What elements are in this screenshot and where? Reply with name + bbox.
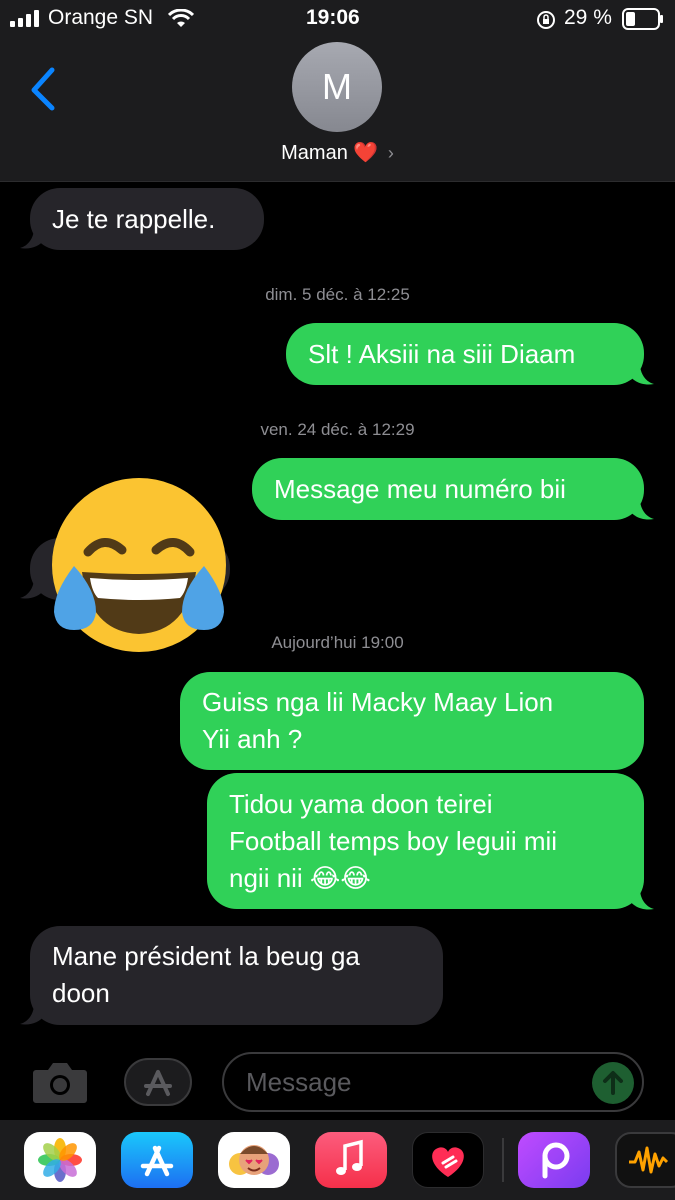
conversation-header: M Maman ❤️ › [0,40,675,182]
heart-app-icon [432,1147,464,1177]
bubble-tail [630,364,654,385]
photos-icon [38,1138,82,1182]
rotation-lock-icon [537,11,555,29]
imessage-app-drawer [0,1120,675,1200]
message-text-line: Tidou yama doon teirei [229,789,493,819]
message-input[interactable]: Message [222,1052,644,1112]
message-text-line: Guiss nga lii Macky Maay Lion [202,687,554,717]
heart-app[interactable] [412,1132,484,1188]
message-text: Message meu numéro bii [274,474,566,504]
contact-name-row[interactable]: Maman ❤️ › [0,140,675,165]
audiomack-icon [629,1146,669,1174]
avatar-initial: M [322,66,352,107]
bubble-tail [630,499,654,520]
contact-name: Maman ❤️ [281,142,379,164]
photos-app[interactable] [24,1132,96,1188]
timestamp: Aujourd’hui 19:00 [271,633,404,652]
music-app[interactable] [315,1132,387,1188]
audiomack-app[interactable] [615,1132,675,1188]
incoming-message[interactable]: Mane président la beug ga doon [30,926,443,1025]
bubble-tail [630,889,654,910]
message-text-line: doon [52,978,110,1008]
dock-divider [502,1138,504,1182]
camera-icon[interactable] [32,1060,88,1104]
chevron-left-icon[interactable] [26,64,66,114]
picsart-icon [542,1142,570,1179]
battery-icon [622,8,663,30]
battery-percent: 29 % [564,6,612,29]
message-text-line: Mane président la beug ga [52,941,360,971]
message-placeholder: Message [246,1067,352,1097]
outgoing-message[interactable]: Tidou yama doon teirei Football temps bo… [207,773,644,909]
app-store-icon[interactable] [124,1058,192,1106]
memoji-app[interactable] [218,1132,290,1188]
compose-bar: Message [0,1040,675,1120]
app-store-icon [140,1145,174,1177]
outgoing-message[interactable]: Guiss nga lii Macky Maay Lion Yii anh ? [180,672,644,770]
tears-of-joy-emoji-icon [52,478,226,652]
arrow-up-icon [603,1071,623,1095]
message-text-line: Yii anh ? [202,724,303,754]
timestamp: ven. 24 déc. à 12:29 [260,420,415,439]
avatar[interactable]: M [292,42,382,132]
bubble-tail [20,578,44,599]
bubble-tail [20,1004,44,1025]
message-text: Slt ! Aksiii na siii Diaam [308,339,576,369]
message-text-line: Football temps boy leguii mii [229,826,558,856]
message-text: Je te rappelle. [52,204,216,234]
bubble-tail [20,228,44,249]
incoming-message[interactable]: Je te rappelle. [30,188,264,250]
timestamp: dim. 5 déc. à 12:25 [265,285,410,304]
outgoing-message[interactable]: Slt ! Aksiii na siii Diaam [286,323,644,385]
clock: 19:06 [306,6,360,29]
music-icon [336,1139,363,1175]
wifi-icon [168,9,194,27]
picsart-app[interactable] [518,1132,590,1188]
chevron-right-icon: › [387,143,394,163]
signal-icon [10,10,39,27]
app-store-app[interactable] [121,1132,193,1188]
memoji-icon [229,1145,279,1175]
outgoing-message[interactable]: Message meu numéro bii [252,458,644,520]
carrier-name: Orange SN [48,6,154,29]
status-bar: Orange SN 19:06 29 % [0,0,675,40]
message-text-line: ngii nii 😂😂 [229,863,371,893]
send-button[interactable] [592,1062,634,1104]
